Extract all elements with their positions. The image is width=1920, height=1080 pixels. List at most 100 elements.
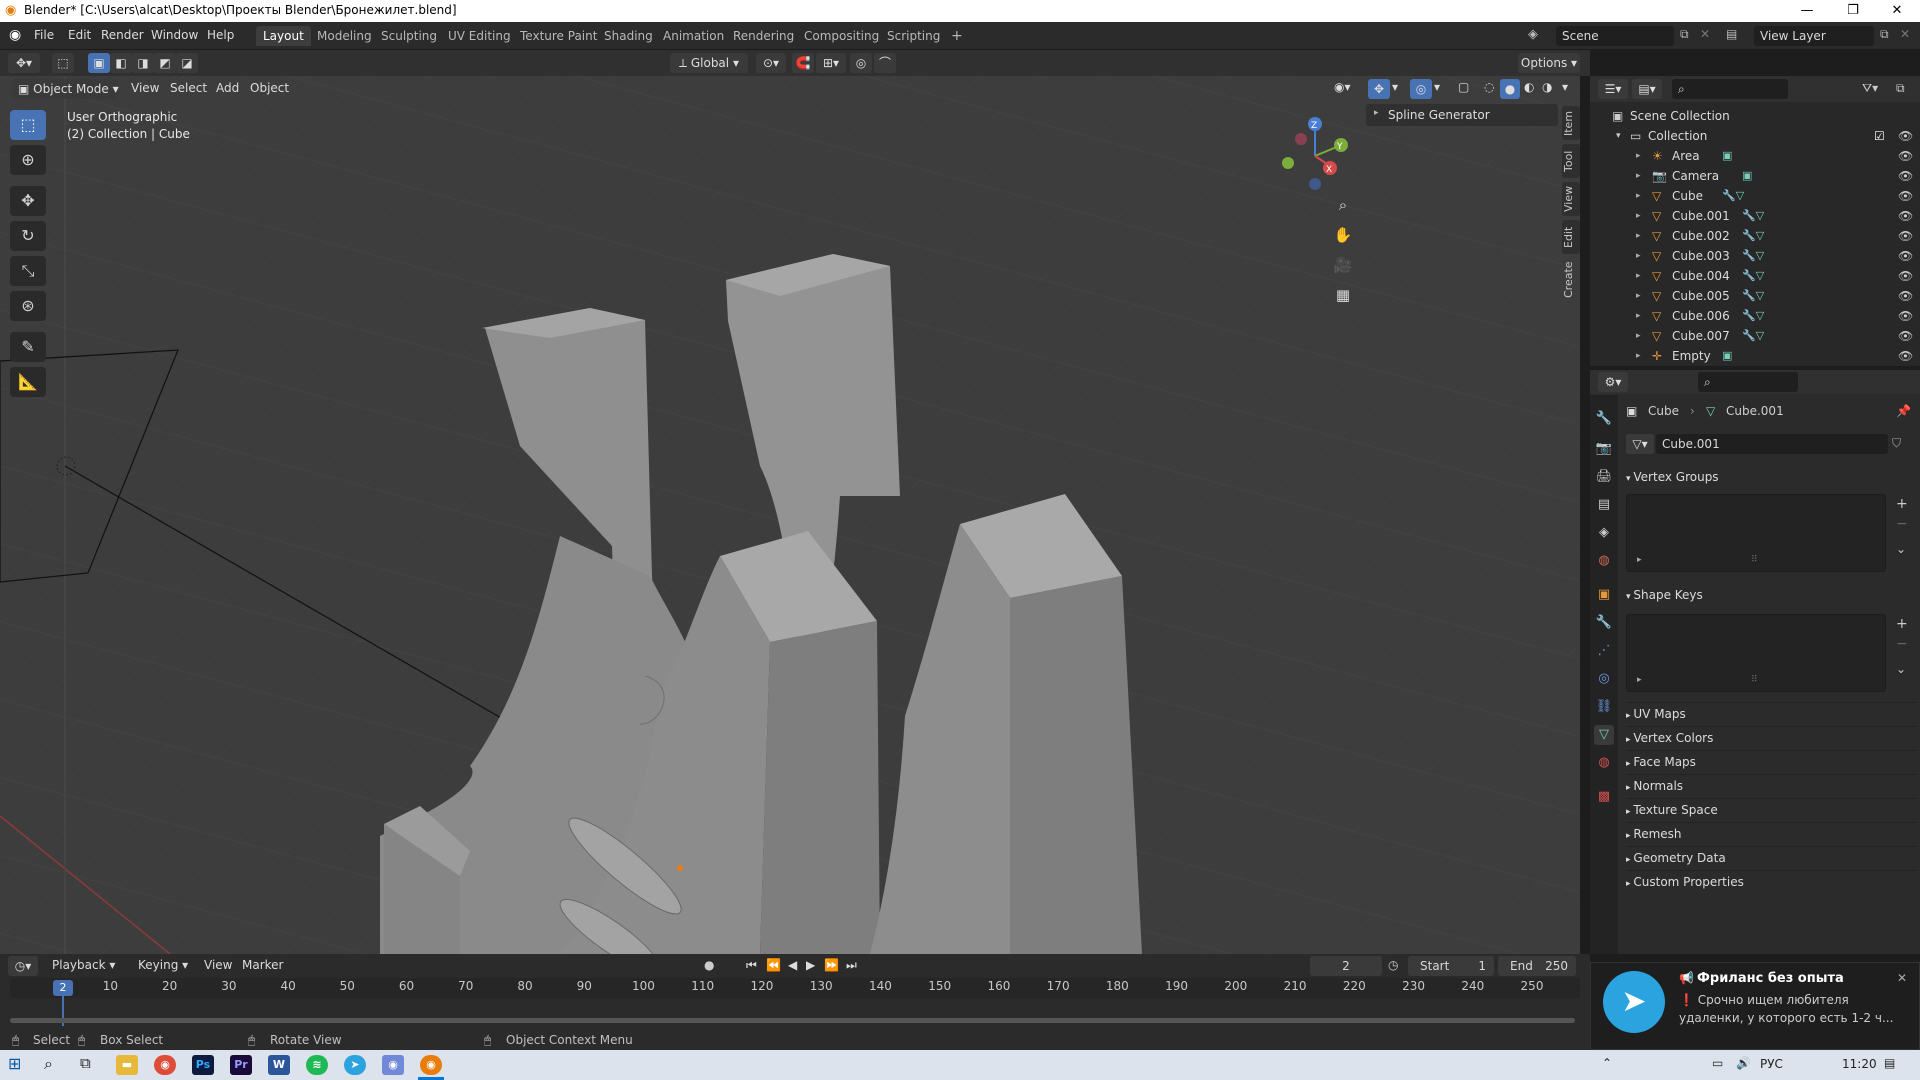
shape-keys-panel-header[interactable]: ▾ Shape Keys bbox=[1626, 584, 1916, 606]
tab-rendering[interactable]: Rendering bbox=[726, 26, 801, 46]
collapsed-panel-header[interactable]: ▸ Face Maps bbox=[1626, 750, 1916, 772]
tab-sculpting[interactable]: Sculpting bbox=[374, 26, 444, 46]
snap-target-icon[interactable]: ⊞▾ bbox=[816, 53, 846, 73]
particles-tab-icon[interactable]: ⋰ bbox=[1594, 641, 1614, 661]
3d-viewport[interactable]: ▣ Object Mode ▾ View Select Add Object ◉… bbox=[0, 76, 1580, 954]
list-expand-icon[interactable]: ▸ bbox=[1637, 675, 1642, 685]
chrome-icon[interactable]: ◉ bbox=[154, 1055, 176, 1075]
eye-icon[interactable]: 👁 bbox=[1898, 126, 1913, 146]
sidetab-view[interactable]: View bbox=[1562, 182, 1580, 216]
overlay-dropdown-icon[interactable]: ▾ bbox=[1434, 80, 1440, 94]
remove-shape-key-button[interactable]: − bbox=[1896, 636, 1908, 652]
modifier-icon[interactable]: 🔧▽ bbox=[1742, 226, 1764, 246]
proportional-edit-icon[interactable]: ◎ bbox=[850, 53, 872, 73]
expand-arrow-icon[interactable]: ▸ bbox=[1636, 286, 1641, 306]
properties-search-input[interactable]: ⌕ bbox=[1698, 372, 1798, 392]
rotate-tool-icon[interactable]: ↻ bbox=[10, 221, 46, 251]
expand-arrow-icon[interactable]: ▸ bbox=[1636, 246, 1641, 266]
pin-icon[interactable]: 📌 bbox=[1896, 404, 1911, 418]
premiere-icon[interactable]: Pr bbox=[230, 1055, 252, 1075]
material-tab-icon[interactable]: ◍ bbox=[1594, 753, 1614, 773]
eye-icon[interactable]: 👁 bbox=[1898, 246, 1913, 266]
action-center-icon[interactable]: ▤ bbox=[1884, 1056, 1895, 1070]
eye-icon[interactable]: 👁 bbox=[1898, 346, 1913, 366]
start-frame-field[interactable]: Start 1 bbox=[1408, 956, 1494, 976]
pivot-point-icon[interactable]: ⊙▾ bbox=[756, 53, 786, 73]
expand-arrow-icon[interactable]: ▸ bbox=[1636, 206, 1641, 226]
sidetab-item[interactable]: Item bbox=[1562, 106, 1580, 140]
object-tab-icon[interactable]: ▣ bbox=[1594, 585, 1614, 605]
eye-icon[interactable]: 👁 bbox=[1898, 166, 1913, 186]
outliner-item[interactable]: ▸ ▽ Cube.005 🔧▽ 👁 bbox=[1590, 286, 1920, 306]
timeline-menu-marker[interactable]: Marker bbox=[242, 958, 283, 972]
outliner-item[interactable]: ▸ ☀ Area ▣ 👁 bbox=[1590, 146, 1920, 166]
outliner-item[interactable]: ▸ ✛ Empty ▣ 👁 bbox=[1590, 346, 1920, 366]
annotate-tool-icon[interactable]: ✎ bbox=[10, 332, 46, 362]
expand-arrow-icon[interactable]: ▸ bbox=[1636, 306, 1641, 326]
display-mode-icon[interactable]: ▤▾ bbox=[1632, 79, 1662, 99]
new-collection-icon[interactable]: ⧉ bbox=[1896, 81, 1905, 96]
outliner-item[interactable]: ▸ ▽ Cube.002 🔧▽ 👁 bbox=[1590, 226, 1920, 246]
shading-dropdown-icon[interactable]: ▾ bbox=[1562, 80, 1568, 94]
outliner-search-input[interactable]: ⌕ bbox=[1672, 79, 1788, 99]
gizmo-toggle-icon[interactable]: ✥ bbox=[1368, 79, 1390, 99]
collapsed-panel-header[interactable]: ▸ UV Maps bbox=[1626, 702, 1916, 724]
search-icon[interactable]: ⌕ bbox=[44, 1054, 53, 1074]
gizmo-dropdown-icon[interactable]: ▾ bbox=[1392, 80, 1398, 94]
object-data-icon[interactable]: ▣ bbox=[1742, 166, 1752, 186]
fake-user-icon[interactable]: ⛉ bbox=[1892, 436, 1901, 451]
play-reverse-icon[interactable]: ◀ bbox=[788, 958, 797, 972]
eye-icon[interactable]: 👁 bbox=[1898, 186, 1913, 206]
select-mode-subtract-icon[interactable]: ◨ bbox=[132, 53, 154, 73]
sidetab-edit[interactable]: Edit bbox=[1562, 220, 1580, 254]
telegram-taskbar-icon[interactable]: ➤ bbox=[344, 1055, 366, 1075]
modifier-tab-icon[interactable]: 🔧 bbox=[1594, 613, 1614, 633]
delete-view-layer-icon[interactable]: ✕ bbox=[1900, 27, 1910, 41]
outliner-item[interactable]: ▸ ▽ Cube.007 🔧▽ 👁 bbox=[1590, 326, 1920, 346]
view-layer-tab-icon[interactable]: ▤ bbox=[1594, 495, 1614, 515]
timeline-menu-keying[interactable]: Keying ▾ bbox=[138, 958, 188, 972]
tray-chevron-icon[interactable]: ⌃ bbox=[1602, 1056, 1612, 1070]
tab-uv-editing[interactable]: UV Editing bbox=[441, 26, 518, 46]
overlay-toggle-icon[interactable]: ◎ bbox=[1410, 79, 1432, 99]
close-button[interactable]: ✕ bbox=[1874, 0, 1920, 22]
spotify-icon[interactable]: ≋ bbox=[306, 1055, 328, 1075]
select-mode-intersect-icon[interactable]: ◪ bbox=[176, 53, 198, 73]
scale-tool-icon[interactable]: ⤡ bbox=[10, 256, 46, 286]
eye-icon[interactable]: 👁 bbox=[1898, 326, 1913, 346]
list-expand-icon[interactable]: ▸ bbox=[1637, 555, 1642, 565]
viewport-menu-add[interactable]: Add bbox=[216, 81, 239, 95]
expand-arrow-icon[interactable]: ▸ bbox=[1636, 226, 1641, 246]
add-shape-key-button[interactable]: + bbox=[1896, 616, 1908, 632]
next-keyframe-icon[interactable]: ⏩ bbox=[824, 958, 839, 972]
end-frame-field[interactable]: End 250 bbox=[1498, 956, 1576, 976]
tab-compositing[interactable]: Compositing bbox=[797, 26, 886, 46]
expand-arrow-icon[interactable]: ▸ bbox=[1636, 166, 1641, 186]
data-tab-icon[interactable]: ▽ bbox=[1594, 725, 1614, 745]
viewport-menu-view[interactable]: View bbox=[131, 81, 159, 95]
timeline-menu-view[interactable]: View bbox=[204, 958, 232, 972]
expand-arrow-icon[interactable]: ▸ bbox=[1636, 146, 1641, 166]
material-shading-icon[interactable]: ◐ bbox=[1524, 80, 1534, 94]
blender-menu-icon[interactable]: ◉ bbox=[9, 27, 21, 43]
menu-file[interactable]: File bbox=[34, 28, 54, 42]
menu-render[interactable]: Render bbox=[101, 28, 144, 42]
outliner-scene-collection[interactable]: ▣ Scene Collection bbox=[1590, 106, 1920, 126]
file-explorer-icon[interactable]: ▬ bbox=[116, 1055, 138, 1075]
modifier-icon[interactable]: 🔧▽ bbox=[1742, 326, 1764, 346]
tab-modeling[interactable]: Modeling bbox=[310, 26, 379, 46]
select-mode-extend-icon[interactable]: ◧ bbox=[110, 53, 132, 73]
menu-help[interactable]: Help bbox=[207, 28, 234, 42]
list-resize-handle-icon[interactable]: ⠿ bbox=[1751, 555, 1758, 565]
play-icon[interactable]: ▶ bbox=[806, 958, 815, 972]
npanel-spline-generator[interactable]: ▸ Spline Generator bbox=[1366, 104, 1558, 126]
tray-network-icon[interactable]: ▭ bbox=[1712, 1056, 1723, 1070]
scene-tab-icon[interactable]: ◈ bbox=[1594, 523, 1614, 543]
properties-editor-type-icon[interactable]: ⚙▾ bbox=[1598, 372, 1628, 392]
perspective-toggle-icon[interactable]: ▦ bbox=[1330, 282, 1356, 308]
rendered-shading-icon[interactable]: ◑ bbox=[1542, 80, 1552, 94]
remove-vertex-group-button[interactable]: − bbox=[1896, 516, 1908, 532]
outliner-item[interactable]: ▸ ▽ Cube.004 🔧▽ 👁 bbox=[1590, 266, 1920, 286]
expand-arrow-icon[interactable]: ▸ bbox=[1636, 326, 1641, 346]
tab-texture-paint[interactable]: Texture Paint bbox=[513, 26, 604, 46]
